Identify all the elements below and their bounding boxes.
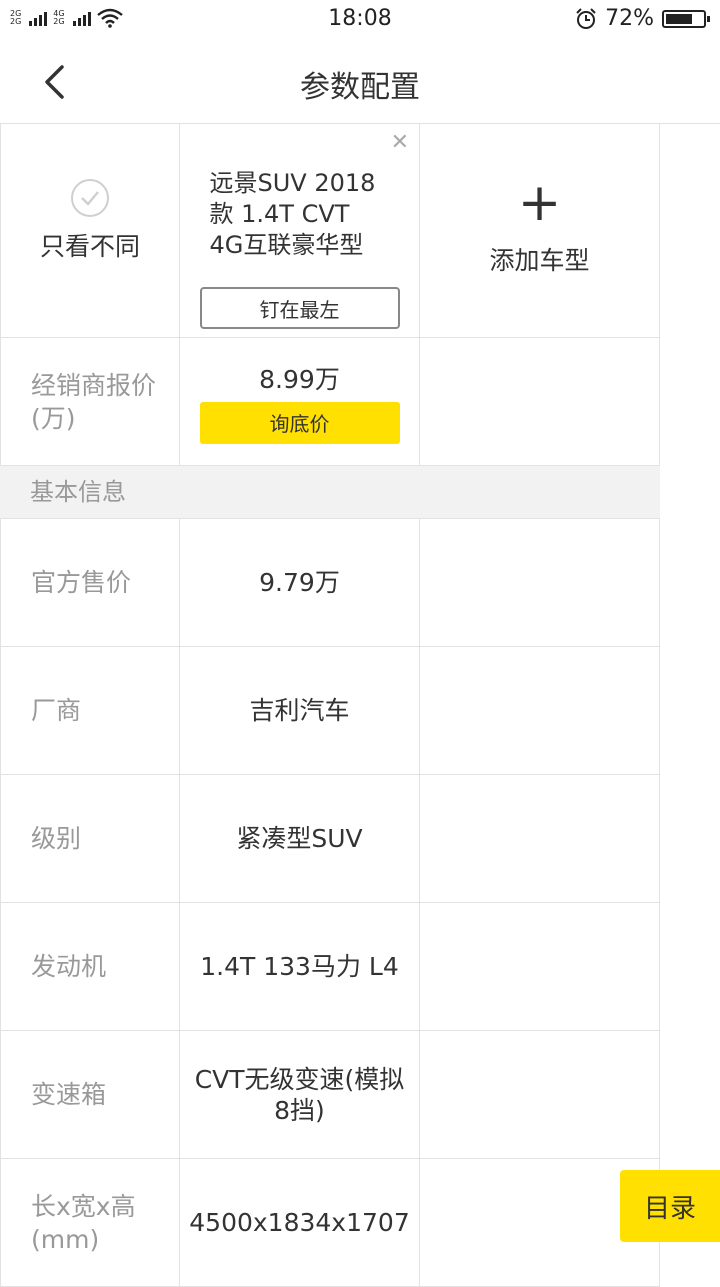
param-table: 只看不同 ✕ 远景SUV 2018款 1.4T CVT 4G互联豪华型 钉在最左… (0, 124, 660, 1287)
table-row: 级别 紧凑型SUV (0, 775, 660, 903)
row-label-cell: 发动机 (0, 903, 180, 1030)
dealer-price-row: 经销商报价(万) 8.99万 询底价 (0, 338, 660, 466)
row-value: 吉利汽车 (249, 696, 350, 725)
dealer-price-value: 8.99万 (259, 364, 340, 394)
row-label-cell: 官方售价 (0, 519, 180, 646)
row-label-cell: 厂商 (0, 647, 180, 774)
row-value-cell: 1.4T 133马力 L4 (180, 903, 420, 1030)
plus-icon: + (517, 172, 562, 233)
empty-cell (420, 338, 660, 465)
row-label: 变速箱 (31, 1080, 107, 1109)
compare-header-row: 只看不同 ✕ 远景SUV 2018款 1.4T CVT 4G互联豪华型 钉在最左… (0, 124, 660, 338)
car-column-header: ✕ 远景SUV 2018款 1.4T CVT 4G互联豪华型 钉在最左 (180, 124, 420, 337)
car-model-name: 远景SUV 2018款 1.4T CVT 4G互联豪华型 (209, 169, 376, 259)
row-value: 紧凑型SUV (236, 824, 363, 853)
row-label: 经销商报价(万) (31, 370, 157, 433)
table-row: 发动机 1.4T 133马力 L4 (0, 903, 660, 1031)
nav-bar: 参数配置 (0, 40, 720, 124)
section-title: 基本信息 (30, 478, 126, 506)
page-title: 参数配置 (300, 70, 420, 105)
row-value-cell: 吉利汽车 (180, 647, 420, 774)
row-label-cell: 经销商报价(万) (0, 338, 180, 465)
row-value-cell: 紧凑型SUV (180, 775, 420, 902)
battery-percent: 72% (605, 6, 654, 31)
table-row: 变速箱 CVT无级变速(模拟8挡) (0, 1031, 660, 1159)
close-icon[interactable]: ✕ (391, 130, 409, 155)
row-value-cell: CVT无级变速(模拟8挡) (180, 1031, 420, 1158)
row-label: 厂商 (31, 696, 82, 725)
catalog-button[interactable]: 目录 (620, 1170, 720, 1242)
empty-cell (420, 1031, 660, 1158)
row-label: 发动机 (31, 952, 107, 981)
table-row: 厂商 吉利汽车 (0, 647, 660, 775)
alarm-icon (576, 7, 596, 29)
check-circle-icon (71, 178, 109, 217)
row-value: CVT无级变速(模拟8挡) (194, 1064, 405, 1125)
battery-fill (666, 13, 692, 24)
empty-cell (420, 519, 660, 646)
row-label: 长x宽x高(mm) (31, 1191, 136, 1254)
only-diff-toggle[interactable]: 只看不同 (0, 124, 180, 337)
table-row: 官方售价 9.79万 (0, 519, 660, 647)
table-row: 长x宽x高(mm) 4500x1834x1707 (0, 1159, 660, 1287)
pin-left-button[interactable]: 钉在最左 (199, 287, 400, 329)
status-right: 72% (575, 6, 710, 31)
only-diff-content: 只看不同 (1, 178, 179, 263)
add-model-button[interactable]: + 添加车型 (420, 124, 660, 337)
dealer-price-cell: 8.99万 询底价 (180, 338, 420, 465)
row-value-cell: 4500x1834x1707 (180, 1159, 420, 1286)
empty-cell (420, 647, 660, 774)
section-header-basic: 基本信息 (0, 466, 660, 519)
row-label-cell: 长x宽x高(mm) (0, 1159, 180, 1286)
row-label: 级别 (31, 824, 82, 853)
row-value-cell: 9.79万 (180, 519, 420, 646)
add-model-label: 添加车型 (489, 245, 590, 275)
row-value: 1.4T 133马力 L4 (200, 952, 399, 981)
battery-icon (662, 9, 710, 28)
row-label-cell: 变速箱 (0, 1031, 180, 1158)
row-value: 4500x1834x1707 (189, 1208, 410, 1237)
empty-cell (420, 903, 660, 1030)
row-label-cell: 级别 (0, 775, 180, 902)
empty-cell (420, 775, 660, 902)
status-bar: 2G 2G 4G 2G 18:08 72% (0, 0, 720, 40)
only-diff-label: 只看不同 (39, 231, 140, 261)
inquire-price-button[interactable]: 询底价 (199, 401, 400, 444)
row-label: 官方售价 (31, 568, 132, 597)
row-value: 9.79万 (259, 568, 340, 597)
